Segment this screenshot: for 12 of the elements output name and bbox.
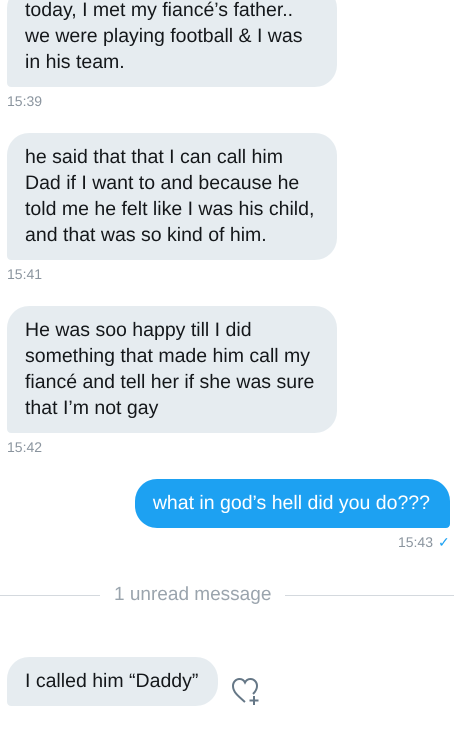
read-status-icon: ✓: [438, 534, 450, 550]
message-time: 15:43: [398, 534, 433, 550]
message-time: 15:42: [7, 439, 42, 455]
message-time: 15:41: [7, 266, 42, 282]
unread-label: 1 unread message: [114, 584, 272, 606]
message-bubble: I called him “Daddy”: [7, 656, 218, 706]
message-bubble: He was soo happy till I did something that made him call my fiancé and tell her if she was sure that I’m not gay: [7, 306, 337, 433]
message-bubble: what in god’s hell did you do???: [134, 479, 450, 528]
message-bubble: today, I met my fiancé’s father.. we were playing football & I was in his team.: [7, 0, 337, 87]
message-bubble: he said that that I can call him Dad if I want to and because he told me he felt like I was his child, and that was so kind of him.: [7, 133, 337, 260]
message-time: 15:39: [7, 93, 42, 109]
heart-plus-icon[interactable]: [230, 676, 260, 706]
